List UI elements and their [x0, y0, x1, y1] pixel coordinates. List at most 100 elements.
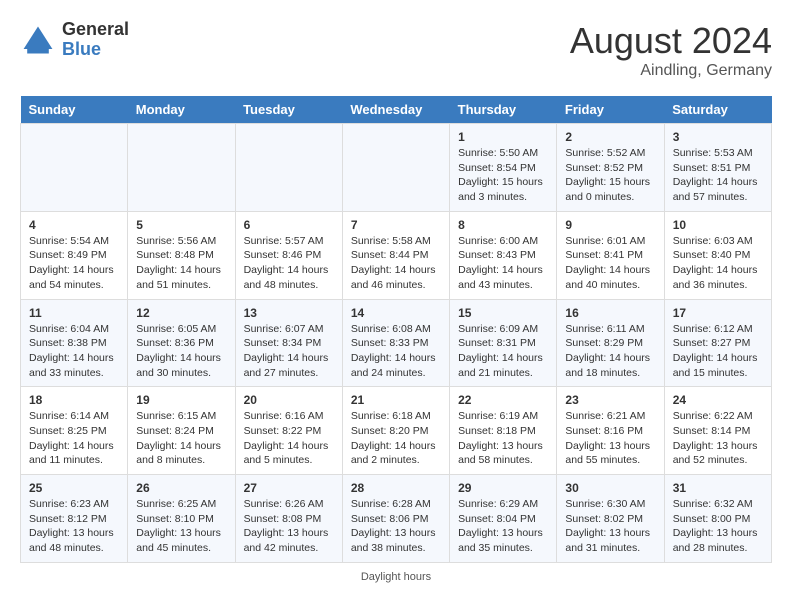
day-info: Sunrise: 5:50 AM Sunset: 8:54 PM Dayligh…	[458, 146, 548, 205]
day-number: 21	[351, 393, 441, 407]
sunrise: Sunrise: 6:12 AM	[673, 323, 753, 335]
day-number: 22	[458, 393, 548, 407]
col-monday: Monday	[128, 96, 235, 124]
sunrise: Sunrise: 6:11 AM	[565, 323, 644, 335]
sunrise: Sunrise: 6:18 AM	[351, 410, 431, 422]
day-info: Sunrise: 6:09 AM Sunset: 8:31 PM Dayligh…	[458, 322, 548, 381]
calendar-cell: 4 Sunrise: 5:54 AM Sunset: 8:49 PM Dayli…	[21, 211, 128, 299]
location: Aindling, Germany	[570, 62, 772, 80]
daylight: Daylight: 14 hours and 43 minutes.	[458, 264, 543, 291]
day-number: 25	[29, 481, 119, 495]
day-info: Sunrise: 6:07 AM Sunset: 8:34 PM Dayligh…	[244, 322, 334, 381]
calendar-cell: 17 Sunrise: 6:12 AM Sunset: 8:27 PM Dayl…	[664, 299, 771, 387]
daylight: Daylight: 13 hours and 55 minutes.	[565, 440, 650, 467]
calendar-cell: 31 Sunrise: 6:32 AM Sunset: 8:00 PM Dayl…	[664, 475, 771, 563]
sunset: Sunset: 8:52 PM	[565, 162, 643, 174]
daylight: Daylight: 14 hours and 24 minutes.	[351, 352, 436, 379]
sunset: Sunset: 8:49 PM	[29, 249, 107, 261]
sunset: Sunset: 8:22 PM	[244, 425, 322, 437]
daylight: Daylight: 13 hours and 35 minutes.	[458, 527, 543, 554]
daylight: Daylight: 13 hours and 58 minutes.	[458, 440, 543, 467]
calendar-body: 1 Sunrise: 5:50 AM Sunset: 8:54 PM Dayli…	[21, 124, 772, 563]
day-info: Sunrise: 5:57 AM Sunset: 8:46 PM Dayligh…	[244, 234, 334, 293]
title-block: August 2024 Aindling, Germany	[570, 20, 772, 80]
calendar-cell: 21 Sunrise: 6:18 AM Sunset: 8:20 PM Dayl…	[342, 387, 449, 475]
logo-blue: Blue	[62, 40, 129, 60]
sunset: Sunset: 8:04 PM	[458, 513, 536, 525]
sunrise: Sunrise: 6:30 AM	[565, 498, 645, 510]
sunset: Sunset: 8:14 PM	[673, 425, 751, 437]
day-number: 13	[244, 306, 334, 320]
day-number: 28	[351, 481, 441, 495]
calendar-cell: 8 Sunrise: 6:00 AM Sunset: 8:43 PM Dayli…	[450, 211, 557, 299]
calendar-cell: 23 Sunrise: 6:21 AM Sunset: 8:16 PM Dayl…	[557, 387, 664, 475]
calendar-week-3: 11 Sunrise: 6:04 AM Sunset: 8:38 PM Dayl…	[21, 299, 772, 387]
sunset: Sunset: 8:08 PM	[244, 513, 322, 525]
sunset: Sunset: 8:33 PM	[351, 337, 429, 349]
daylight: Daylight: 15 hours and 0 minutes.	[565, 176, 650, 203]
day-number: 4	[29, 218, 119, 232]
day-number: 6	[244, 218, 334, 232]
daylight: Daylight: 14 hours and 48 minutes.	[244, 264, 329, 291]
calendar-cell: 22 Sunrise: 6:19 AM Sunset: 8:18 PM Dayl…	[450, 387, 557, 475]
day-info: Sunrise: 6:30 AM Sunset: 8:02 PM Dayligh…	[565, 497, 655, 556]
sunset: Sunset: 8:20 PM	[351, 425, 429, 437]
sunset: Sunset: 8:43 PM	[458, 249, 536, 261]
calendar-cell: 6 Sunrise: 5:57 AM Sunset: 8:46 PM Dayli…	[235, 211, 342, 299]
day-info: Sunrise: 6:19 AM Sunset: 8:18 PM Dayligh…	[458, 409, 548, 468]
sunrise: Sunrise: 6:16 AM	[244, 410, 324, 422]
day-info: Sunrise: 6:29 AM Sunset: 8:04 PM Dayligh…	[458, 497, 548, 556]
sunrise: Sunrise: 5:57 AM	[244, 235, 324, 247]
sunrise: Sunrise: 6:28 AM	[351, 498, 431, 510]
sunset: Sunset: 8:10 PM	[136, 513, 214, 525]
day-number: 27	[244, 481, 334, 495]
day-info: Sunrise: 6:01 AM Sunset: 8:41 PM Dayligh…	[565, 234, 655, 293]
day-info: Sunrise: 5:53 AM Sunset: 8:51 PM Dayligh…	[673, 146, 763, 205]
calendar-cell: 14 Sunrise: 6:08 AM Sunset: 8:33 PM Dayl…	[342, 299, 449, 387]
daylight: Daylight: 14 hours and 40 minutes.	[565, 264, 650, 291]
sunrise: Sunrise: 6:22 AM	[673, 410, 753, 422]
daylight: Daylight: 13 hours and 52 minutes.	[673, 440, 758, 467]
day-info: Sunrise: 6:00 AM Sunset: 8:43 PM Dayligh…	[458, 234, 548, 293]
sunrise: Sunrise: 5:52 AM	[565, 147, 645, 159]
daylight: Daylight: 14 hours and 15 minutes.	[673, 352, 758, 379]
calendar-week-5: 25 Sunrise: 6:23 AM Sunset: 8:12 PM Dayl…	[21, 475, 772, 563]
day-info: Sunrise: 6:23 AM Sunset: 8:12 PM Dayligh…	[29, 497, 119, 556]
footer-note: Daylight hours	[20, 571, 772, 583]
calendar-cell: 19 Sunrise: 6:15 AM Sunset: 8:24 PM Dayl…	[128, 387, 235, 475]
daylight: Daylight: 14 hours and 30 minutes.	[136, 352, 221, 379]
calendar-cell: 10 Sunrise: 6:03 AM Sunset: 8:40 PM Dayl…	[664, 211, 771, 299]
sunset: Sunset: 8:16 PM	[565, 425, 643, 437]
day-number: 12	[136, 306, 226, 320]
calendar-cell	[128, 124, 235, 212]
sunrise: Sunrise: 6:14 AM	[29, 410, 109, 422]
page-header: General Blue August 2024 Aindling, Germa…	[20, 20, 772, 80]
calendar-cell: 28 Sunrise: 6:28 AM Sunset: 8:06 PM Dayl…	[342, 475, 449, 563]
sunrise: Sunrise: 6:21 AM	[565, 410, 645, 422]
sunset: Sunset: 8:38 PM	[29, 337, 107, 349]
header-row: Sunday Monday Tuesday Wednesday Thursday…	[21, 96, 772, 124]
day-info: Sunrise: 6:22 AM Sunset: 8:14 PM Dayligh…	[673, 409, 763, 468]
calendar-cell: 7 Sunrise: 5:58 AM Sunset: 8:44 PM Dayli…	[342, 211, 449, 299]
daylight: Daylight: 14 hours and 2 minutes.	[351, 440, 436, 467]
sunrise: Sunrise: 6:01 AM	[565, 235, 645, 247]
calendar-cell: 5 Sunrise: 5:56 AM Sunset: 8:48 PM Dayli…	[128, 211, 235, 299]
sunrise: Sunrise: 6:07 AM	[244, 323, 324, 335]
calendar-cell: 27 Sunrise: 6:26 AM Sunset: 8:08 PM Dayl…	[235, 475, 342, 563]
daylight-label: Daylight hours	[361, 571, 431, 583]
daylight: Daylight: 14 hours and 54 minutes.	[29, 264, 114, 291]
calendar-cell: 9 Sunrise: 6:01 AM Sunset: 8:41 PM Dayli…	[557, 211, 664, 299]
day-info: Sunrise: 6:16 AM Sunset: 8:22 PM Dayligh…	[244, 409, 334, 468]
day-info: Sunrise: 5:52 AM Sunset: 8:52 PM Dayligh…	[565, 146, 655, 205]
sunrise: Sunrise: 6:29 AM	[458, 498, 538, 510]
sunrise: Sunrise: 6:15 AM	[136, 410, 216, 422]
calendar-cell	[235, 124, 342, 212]
sunrise: Sunrise: 6:03 AM	[673, 235, 753, 247]
sunrise: Sunrise: 6:08 AM	[351, 323, 431, 335]
sunset: Sunset: 8:27 PM	[673, 337, 751, 349]
day-number: 24	[673, 393, 763, 407]
sunset: Sunset: 8:18 PM	[458, 425, 536, 437]
sunset: Sunset: 8:02 PM	[565, 513, 643, 525]
day-number: 30	[565, 481, 655, 495]
sunset: Sunset: 8:46 PM	[244, 249, 322, 261]
